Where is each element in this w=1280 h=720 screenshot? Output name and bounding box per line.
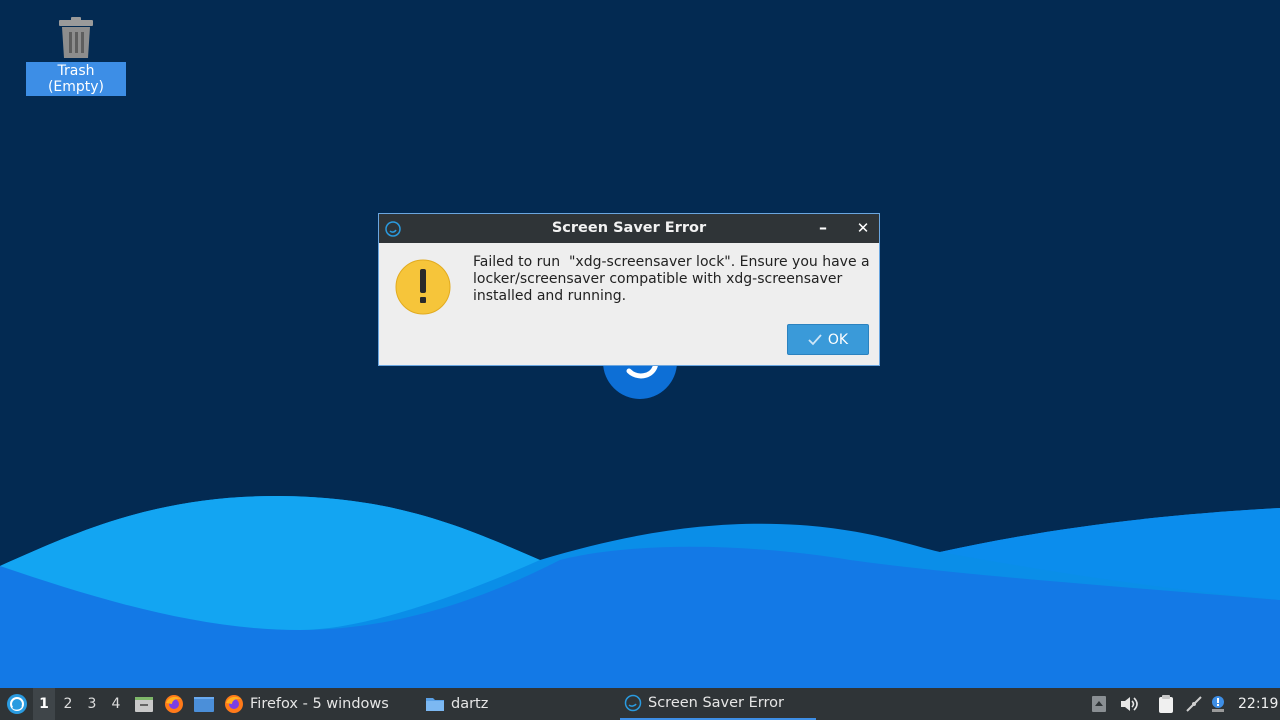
start-menu-button[interactable] [4,688,30,720]
lubuntu-icon [624,694,642,712]
clock[interactable]: 22:19 [1238,688,1278,720]
chevron-up-icon [1092,696,1106,712]
trash-label: Trash (Empty) [26,62,126,96]
volume-icon [1121,697,1138,711]
taskbar: 1 2 3 4 Firefox - 5 windows dartz Screen… [0,688,1280,720]
task-dartz[interactable]: dartz [425,688,488,720]
folder-icon [426,698,444,711]
lubuntu-menu-icon [7,694,27,714]
desktop-2-button[interactable]: 2 [57,688,79,720]
checkmark-icon [808,333,822,345]
show-desktop-launcher[interactable] [192,688,216,720]
desktop-4-button[interactable]: 4 [105,688,127,720]
tray-expand-button[interactable] [1090,688,1108,720]
close-button[interactable]: ✕ [853,214,873,243]
network-icon [1186,696,1202,712]
lubuntu-icon [385,221,401,237]
screensaver-error-dialog: Screen Saver Error – ✕ Failed to run "xd… [378,213,880,366]
ok-label: OK [827,331,849,348]
file-manager-launcher[interactable] [133,688,155,720]
task-screensaver-error[interactable]: Screen Saver Error [620,688,816,720]
firefox-icon [225,695,243,713]
message-line-1: Failed to run "xdg-screensaver lock". En… [473,254,870,270]
update-notification-icon [1212,696,1224,712]
desktop-icon [194,697,214,712]
task-firefox[interactable]: Firefox - 5 windows [224,688,389,720]
trash-desktop-icon[interactable]: Trash (Empty) [26,16,126,96]
minimize-button[interactable]: – [813,214,833,243]
dialog-titlebar[interactable]: Screen Saver Error – ✕ [379,214,879,243]
trash-icon [59,17,93,58]
desktop-1-button[interactable]: 1 [33,688,55,720]
clipboard-icon [1159,695,1173,713]
task-label: Firefox - 5 windows [250,696,389,712]
error-message: Failed to run "xdg-screensaver lock". En… [473,254,870,305]
warning-icon [395,259,451,315]
firefox-launcher[interactable] [163,688,185,720]
task-label: dartz [451,696,489,712]
desktop: Trash (Empty) Screen Saver Error – ✕ Fai… [0,0,1280,688]
clipboard-tray-button[interactable] [1155,688,1177,720]
updates-tray-button[interactable] [1208,688,1228,720]
message-line-2: locker/screensaver compatible with xdg-s… [473,271,843,287]
ok-button[interactable]: OK [787,324,869,355]
file-manager-icon [135,697,153,712]
desktop-3-button[interactable]: 3 [81,688,103,720]
dialog-title: Screen Saver Error [551,220,707,236]
volume-tray-button[interactable] [1118,688,1140,720]
message-line-3: installed and running. [473,288,627,304]
firefox-icon [165,695,183,713]
task-label: Screen Saver Error [648,695,784,711]
network-tray-button[interactable] [1184,688,1204,720]
